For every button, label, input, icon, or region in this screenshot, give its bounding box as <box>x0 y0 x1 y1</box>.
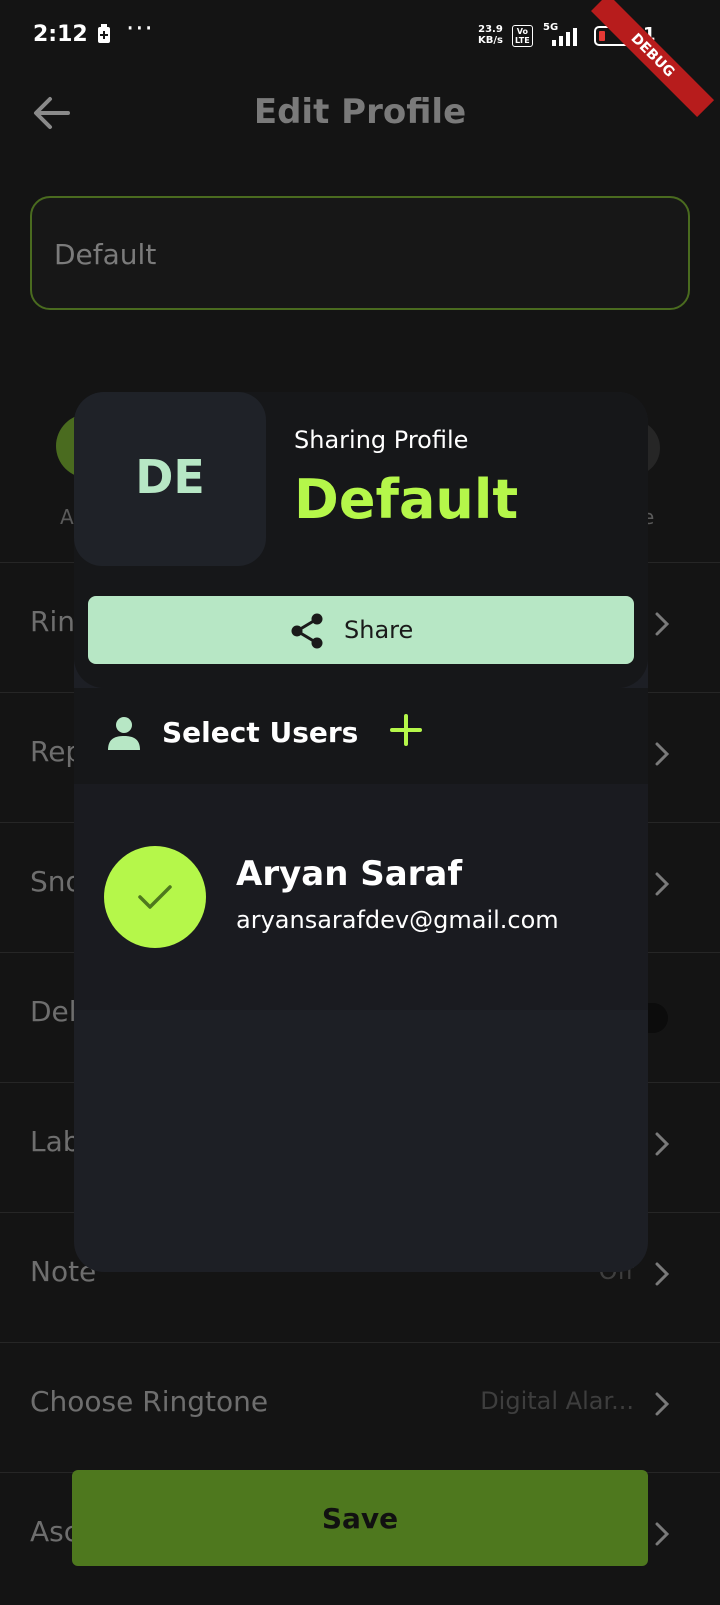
user-list-item[interactable]: Aryan Saraf aryansarafdev@gmail.com <box>74 784 648 1010</box>
chevron-right-icon <box>655 872 670 896</box>
person-icon <box>108 717 140 750</box>
profile-name-input[interactable]: Default <box>30 196 690 310</box>
select-users-label: Select Users <box>162 716 359 749</box>
signal-icon <box>552 28 577 46</box>
profile-avatar: DE <box>74 392 266 566</box>
volte-bottom: LTE <box>515 36 530 45</box>
chevron-right-icon <box>655 742 670 766</box>
more-notifications-icon: ··· <box>126 14 154 44</box>
share-icon <box>291 613 323 649</box>
save-button[interactable]: Save <box>72 1470 648 1566</box>
sharing-profile-label: Sharing Profile <box>294 426 469 454</box>
chevron-right-icon <box>655 612 670 636</box>
volte-icon: Vo LTE <box>512 25 533 47</box>
page-title: Edit Profile <box>253 92 467 132</box>
share-button[interactable]: Share <box>88 596 634 664</box>
battery-saver-icon <box>98 24 110 43</box>
status-bar: 2:12 ··· 23.9 KB/s Vo LTE 5G 1 DEBUG <box>0 0 720 118</box>
user-name: Aryan Saraf <box>236 854 463 894</box>
select-users-row: Select Users <box>74 688 648 784</box>
save-button-label: Save <box>321 1502 399 1535</box>
user-email: aryansarafdev@gmail.com <box>236 906 559 934</box>
check-icon <box>138 885 172 909</box>
network-speed: 23.9 KB/s <box>478 24 503 46</box>
speed-value: 23.9 <box>478 24 503 35</box>
avatar-initials: DE <box>135 450 205 504</box>
settings-row-label: Del <box>30 995 77 1028</box>
speed-unit: KB/s <box>478 35 503 46</box>
settings-row-label: Lab <box>30 1125 81 1158</box>
settings-row-value: Digital Alar... <box>480 1387 634 1415</box>
chevron-right-icon <box>655 1262 670 1286</box>
profile-name-input-value[interactable]: Default <box>54 238 156 271</box>
dialog-header: DE Sharing Profile Default Share <box>74 392 648 688</box>
settings-row-label: Choose Ringtone <box>30 1385 269 1418</box>
share-button-label: Share <box>344 616 414 644</box>
share-profile-dialog: DE Sharing Profile Default Share Select … <box>74 392 648 1272</box>
chevron-right-icon <box>655 1392 670 1416</box>
plus-icon[interactable] <box>388 712 424 748</box>
chevron-right-icon <box>655 1522 670 1546</box>
user-selected-indicator[interactable] <box>104 846 206 948</box>
shared-profile-name: Default <box>294 468 519 531</box>
chevron-right-icon <box>655 1132 670 1156</box>
battery-level <box>599 31 605 41</box>
volte-top: Vo <box>516 27 528 36</box>
background-caption-left: A <box>60 505 74 529</box>
settings-row-ringtone[interactable]: Choose Ringtone Digital Alar... <box>0 1342 720 1475</box>
status-time: 2:12 <box>33 22 88 47</box>
